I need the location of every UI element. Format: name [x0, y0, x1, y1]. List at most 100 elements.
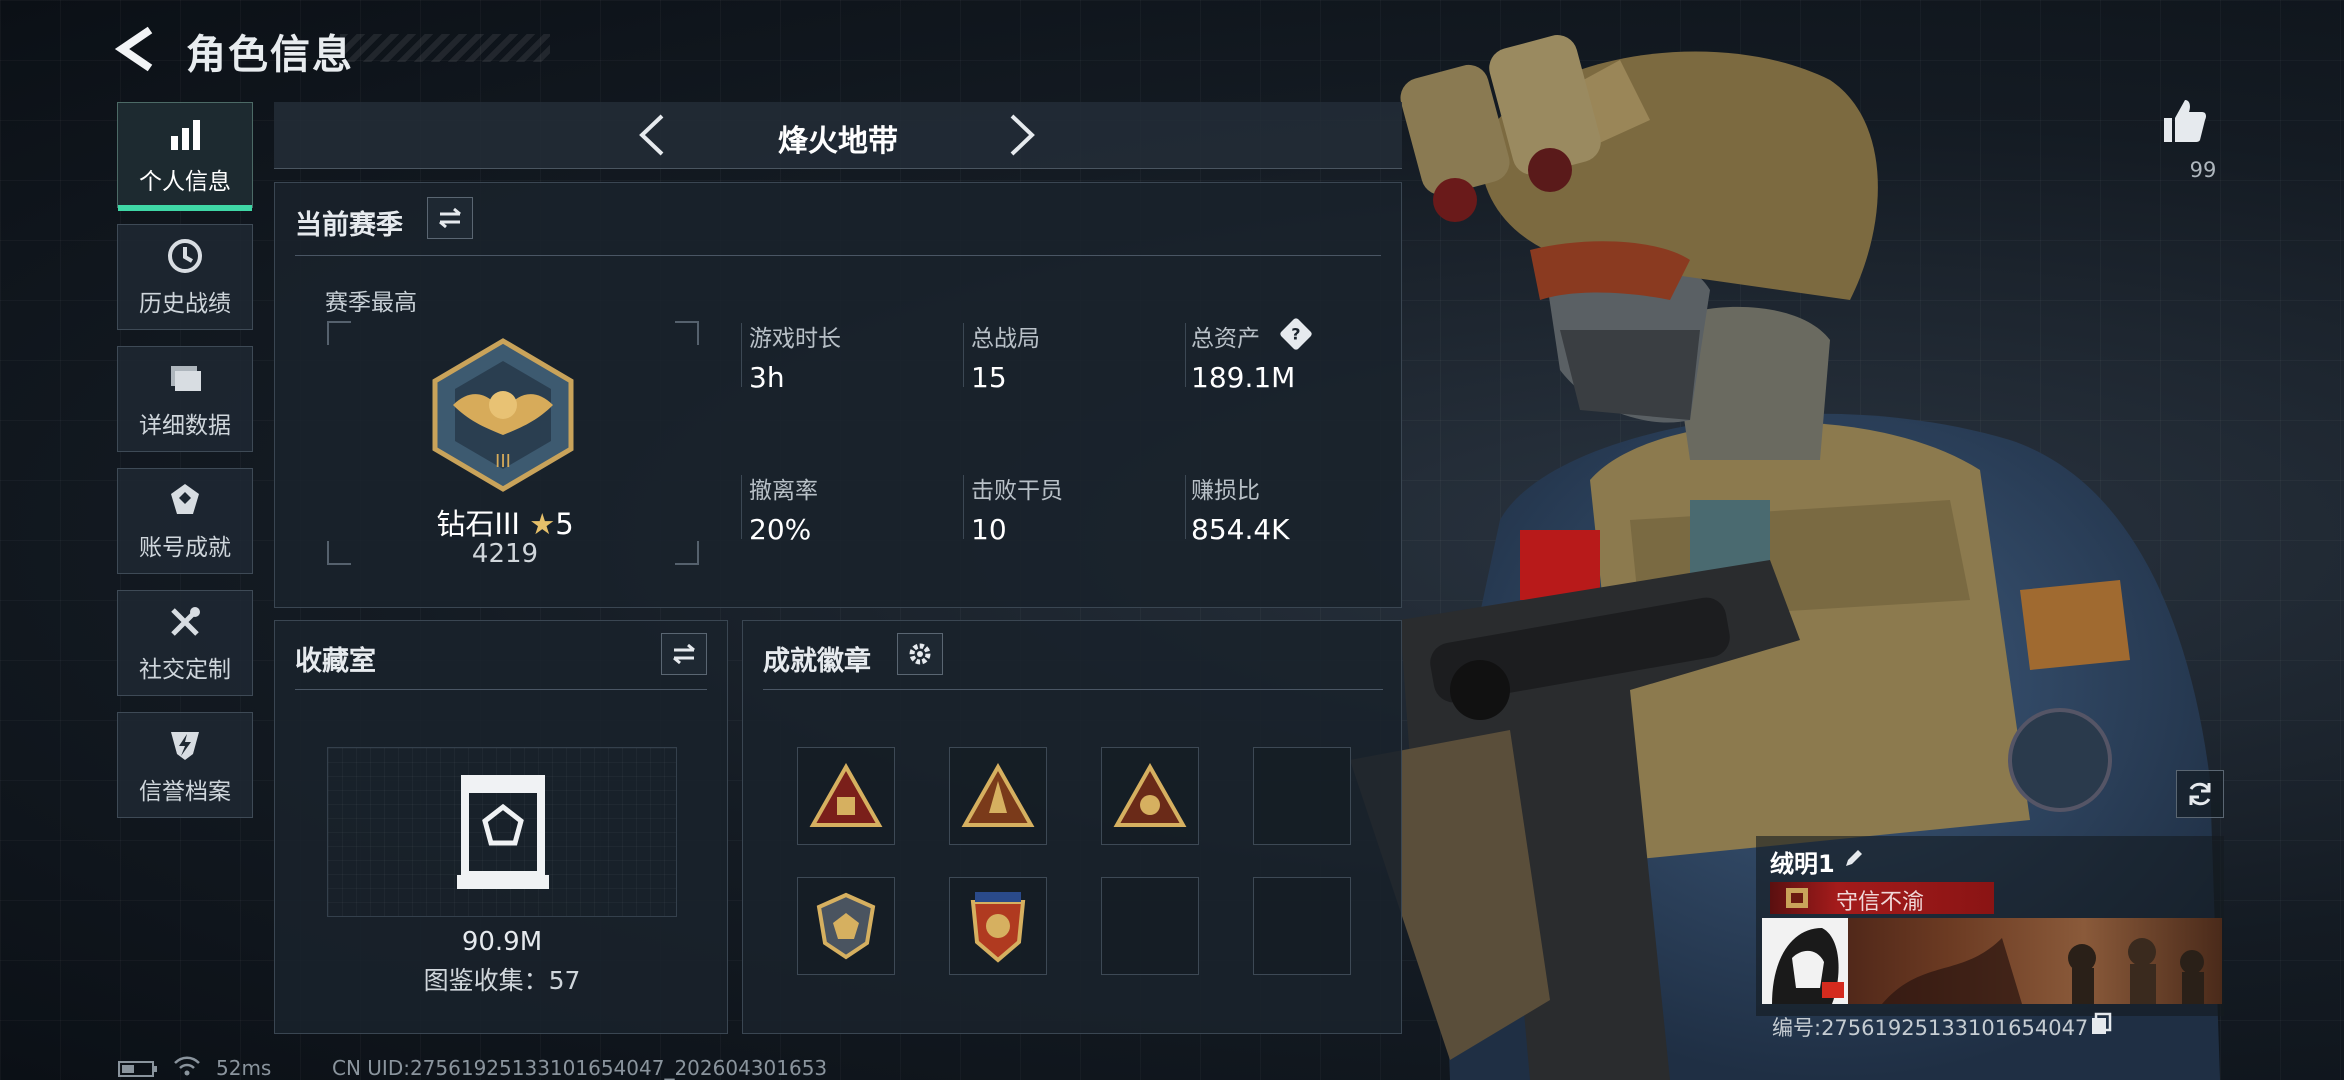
help-icon[interactable]: ?	[1279, 317, 1313, 351]
shield-lightning-icon	[171, 732, 199, 760]
thumbs-up-icon[interactable]	[2158, 96, 2208, 146]
stat-divider	[963, 475, 964, 539]
ping-text: 52ms	[216, 1056, 272, 1080]
collection-catalog: 图鉴收集：57	[423, 966, 581, 995]
edit-icon[interactable]	[1842, 846, 1866, 870]
collection-switch-button[interactable]	[661, 633, 707, 675]
sidebar-item-label: 社交定制	[139, 657, 231, 683]
tools-icon	[171, 607, 200, 636]
like-count: 99	[2189, 158, 2217, 182]
player-uid: 编号:2756192513310165404​7	[1772, 1016, 2089, 1040]
stat-label-extraction-rate: 撤离率	[749, 478, 818, 504]
sidebar-item-personal-info[interactable]: 个人信息	[117, 102, 253, 211]
stat-label-kills: 击败干员	[971, 478, 1063, 504]
sidebar-item-reputation[interactable]: 信誉档案	[117, 712, 253, 818]
refresh-icon	[2189, 782, 2211, 806]
achievements-panel[interactable]: 成就徽章	[742, 620, 1402, 1034]
crest-badge-icon	[970, 892, 1026, 963]
achievement-badge-slot[interactable]	[949, 877, 1047, 975]
season-title: 当前赛季	[295, 210, 403, 241]
display-case-icon	[457, 775, 549, 889]
back-arrow-icon[interactable]	[112, 24, 162, 74]
stat-label-playtime: 游戏时长	[749, 326, 841, 352]
divider	[295, 689, 707, 690]
stat-value-total-assets: 189.1M	[1191, 361, 1296, 394]
triangle-badge-icon	[1113, 763, 1187, 827]
achievement-badge-slot[interactable]	[1101, 747, 1199, 845]
stat-value-playtime: 3h	[749, 361, 785, 394]
stat-value-extraction-rate: 20%	[749, 513, 812, 546]
sidebar-item-account-achievements[interactable]: 账号成就	[117, 468, 253, 574]
sidebar-item-history[interactable]: 历史战绩	[117, 224, 253, 330]
collection-panel[interactable]: 收藏室 90.9M 图鉴收集：57	[274, 620, 728, 1034]
stat-label-profit-ratio: 赚损比	[1191, 478, 1260, 504]
avatar-image	[1762, 918, 1848, 1004]
achievement-badge-slot[interactable]	[797, 877, 895, 975]
triangle-badge-icon	[809, 763, 883, 827]
battery-icon	[118, 1061, 157, 1077]
stat-value-kills: 10	[971, 513, 1007, 546]
player-avatar[interactable]	[1762, 918, 1848, 1004]
mode-selector: 烽火地带	[274, 102, 1402, 169]
collection-value: 90.9M	[461, 927, 543, 957]
page-title: 角色信息	[186, 32, 354, 78]
swap-icon	[439, 207, 461, 229]
swap-icon	[673, 643, 695, 665]
collection-title: 收藏室	[295, 646, 376, 677]
sidebar-item-label: 历史战绩	[139, 291, 231, 317]
season-switch-button[interactable]	[427, 197, 473, 239]
svg-text:III: III	[495, 451, 511, 472]
stat-divider	[1185, 475, 1186, 539]
sidebar-item-detailed-data[interactable]: 详细数据	[117, 346, 253, 452]
rank-emblem-icon: III	[432, 338, 574, 492]
history-icon	[168, 239, 202, 273]
title-emblem-icon	[1786, 888, 1808, 908]
bar-chart-icon	[171, 120, 200, 150]
season-best-label: 赛季最高	[325, 290, 417, 316]
gear-icon	[909, 643, 931, 665]
stat-value-total-matches: 15	[971, 361, 1007, 394]
achievement-badge-slot-empty[interactable]	[1253, 747, 1351, 845]
achievements-title: 成就徽章	[763, 646, 871, 677]
cn-uid-text: CN UID:27561925133101654047_202604301653	[332, 1056, 828, 1080]
rank-name: 钻石III	[436, 507, 520, 541]
mode-name: 烽火地带	[778, 124, 898, 159]
triangle-badge-icon	[961, 763, 1035, 827]
star-icon: ★	[529, 507, 556, 541]
season-panel: 当前赛季 赛季最高 III 钻石III ★5 4219 游戏时长 3h 总战局 …	[274, 182, 1402, 608]
sidebar-item-label: 详细数据	[139, 413, 231, 439]
active-indicator	[118, 205, 252, 211]
sidebar-item-label: 个人信息	[139, 169, 231, 195]
achievement-badge-slot-empty[interactable]	[1253, 877, 1351, 975]
sidebar-item-social-customization[interactable]: 社交定制	[117, 590, 253, 696]
wifi-icon	[174, 1056, 200, 1076]
chevron-right-icon[interactable]	[1004, 110, 1040, 160]
stat-label-total-assets: 总资产	[1191, 326, 1260, 352]
banner-art	[1882, 938, 2204, 1004]
player-title: 守信不渝	[1836, 890, 1925, 915]
rank-line: 钻石III ★5	[275, 501, 735, 543]
medal-icon	[171, 484, 199, 514]
achievement-badge-slot[interactable]	[949, 747, 1047, 845]
stat-label-total-matches: 总战局	[971, 326, 1040, 352]
sidebar-item-label: 账号成就	[139, 535, 231, 561]
achievement-badge-slot-empty[interactable]	[1101, 877, 1199, 975]
achievements-settings-button[interactable]	[897, 633, 943, 675]
achievement-badge-slot[interactable]	[797, 747, 895, 845]
stat-value-profit-ratio: 854.4K	[1191, 513, 1290, 546]
divider	[295, 255, 1381, 256]
divider	[763, 689, 1383, 690]
rotate-character-button[interactable]	[2176, 770, 2224, 818]
stat-divider	[963, 323, 964, 387]
frame-corner	[327, 321, 351, 345]
help-icon-glyph: ?	[1291, 324, 1301, 344]
copy-icon[interactable]	[2090, 1012, 2112, 1036]
player-name: 绒明1	[1770, 850, 1835, 878]
rank-stars: 5	[555, 507, 574, 541]
stat-divider	[1185, 323, 1186, 387]
folder-icon	[171, 366, 201, 391]
stat-divider	[741, 323, 742, 387]
rank-score: 4219	[471, 539, 539, 569]
stat-divider	[741, 475, 742, 539]
shield-badge-icon	[816, 892, 876, 960]
